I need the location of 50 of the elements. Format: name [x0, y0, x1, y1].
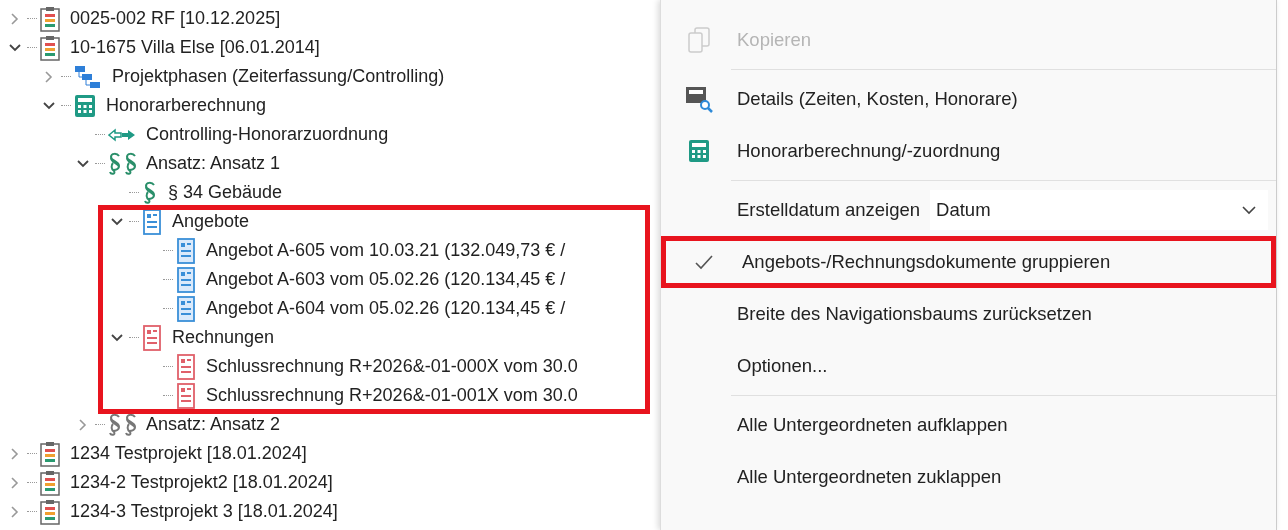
arrows-icon [108, 127, 136, 142]
clipboard-icon [40, 5, 60, 32]
document-stack-icon [142, 324, 162, 351]
tree-item[interactable]: Controlling-Honorarzuordnung [144, 123, 391, 146]
tree-item[interactable]: Angebot A-604 vom 05.02.26 (120.134,45 € / [204, 297, 568, 320]
tree-item[interactable]: Schlussrechnung R+2026&-01-000X vom 30.0 [204, 355, 580, 378]
tree-item[interactable]: Angebot A-603 vom 05.02.26 (120.134,45 € / [204, 268, 568, 291]
clipboard-icon [40, 440, 60, 467]
date-dropdown[interactable]: Datum [930, 190, 1268, 230]
double-section-sign-icon [108, 412, 138, 437]
tree-item[interactable]: Ansatz: Ansatz 1 [144, 152, 283, 175]
tree-item[interactable]: 0025-002 RF [10.12.2025] [68, 7, 283, 30]
tree-item[interactable]: 1234-3 Testprojekt 3 [18.01.2024] [68, 500, 340, 523]
document-icon [176, 266, 196, 293]
clipboard-icon [40, 34, 60, 61]
document-stack-icon [142, 208, 162, 235]
tree-item[interactable]: Angebote [170, 210, 252, 233]
menu-item[interactable]: Alle Untergeordneten zuklappen [661, 451, 1276, 503]
menu-item[interactable]: Honorarberechnung/-zuordnung [661, 125, 1276, 177]
document-icon [176, 237, 196, 264]
double-section-sign-icon [108, 151, 138, 176]
magnifier-document-icon [685, 85, 713, 113]
tree-item[interactable]: Honorarberechnung [104, 94, 269, 117]
tree-item[interactable]: Schlussrechnung R+2026&-01-001X vom 30.0 [204, 384, 580, 407]
tree-item[interactable]: Rechnungen [170, 326, 277, 349]
section-sign-icon [142, 180, 158, 205]
hierarchy-icon [74, 64, 102, 89]
tree-item[interactable]: 1234 Testprojekt [18.01.2024] [68, 442, 309, 465]
menu-label: Erstelldatum anzeigen [737, 199, 921, 221]
menu-item[interactable]: Details (Zeiten, Kosten, Honorare) [661, 73, 1276, 125]
document-icon [176, 382, 196, 409]
menu-item[interactable]: Optionen... [661, 340, 1276, 392]
tree-item[interactable]: 10-1675 Villa Else [06.01.2014] [68, 36, 322, 59]
calculator-icon [74, 93, 96, 118]
tree-item[interactable]: § 34 Gebäude [166, 181, 285, 204]
tree-item[interactable]: Projektphasen (Zeiterfassung/Controlling) [110, 65, 447, 88]
tree-item[interactable]: Ansatz: Ansatz 2 [144, 413, 283, 436]
menu-item[interactable]: Alle Untergeordneten aufklappen [661, 399, 1276, 451]
tree-item[interactable]: 1234-2 Testprojekt2 [18.01.2024] [68, 471, 335, 494]
menu-item[interactable]: Breite des Navigationsbaums zurücksetzen [661, 288, 1276, 340]
calculator-icon [688, 139, 710, 163]
clipboard-icon [40, 498, 60, 525]
clipboard-icon [40, 469, 60, 496]
checkmark-icon [694, 254, 714, 270]
document-icon [176, 295, 196, 322]
tree-item[interactable]: Angebot A-605 vom 10.03.21 (132.049,73 € / [204, 239, 568, 262]
copy-icon [688, 27, 710, 53]
document-icon [176, 353, 196, 380]
chevron-down-icon [1242, 205, 1256, 215]
menu-item[interactable]: Angebots-/Rechnungsdokumente gruppieren [661, 236, 1276, 288]
